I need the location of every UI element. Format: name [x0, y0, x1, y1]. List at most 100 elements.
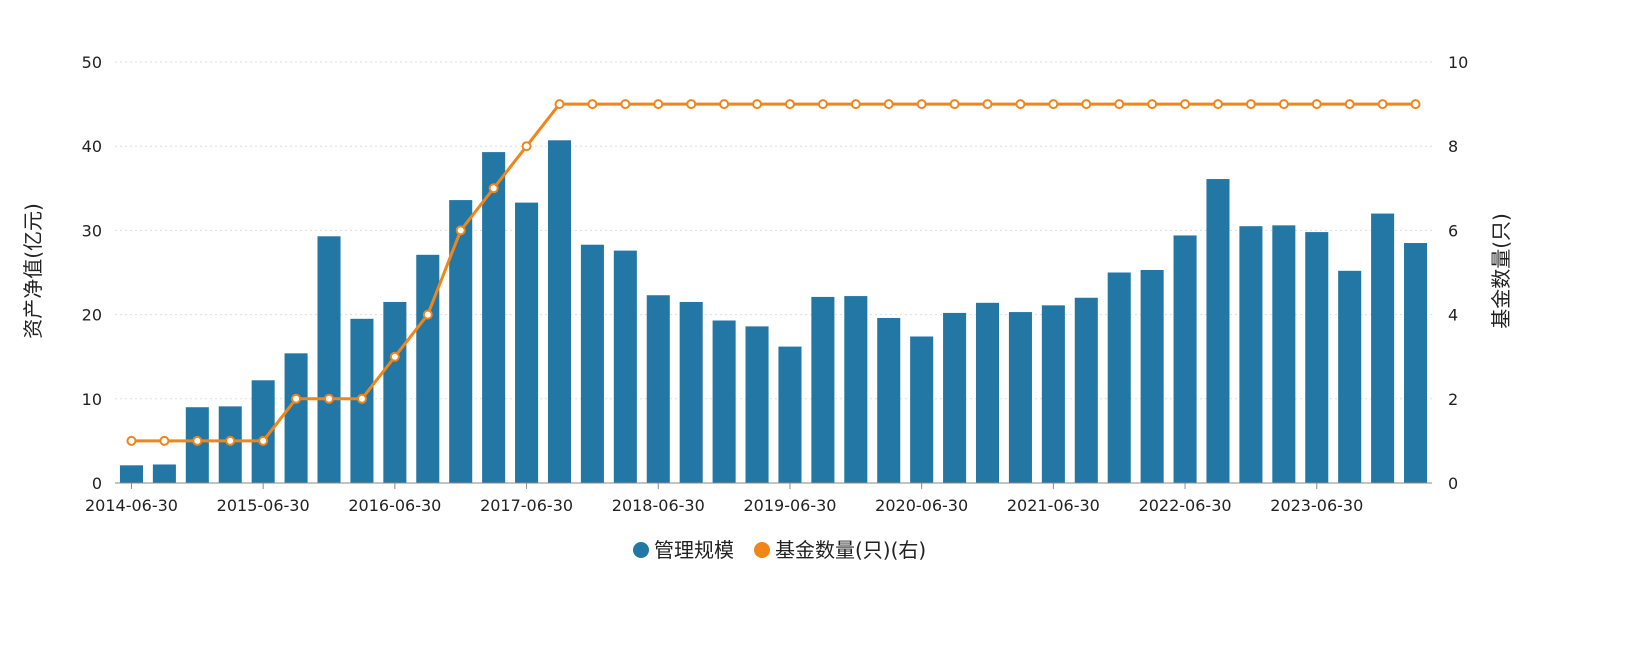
- line-point[interactable]: [1147, 99, 1158, 110]
- line-point[interactable]: [686, 99, 697, 110]
- bar[interactable]: [317, 236, 341, 483]
- line-point[interactable]: [1377, 99, 1388, 110]
- line-point[interactable]: [916, 99, 927, 110]
- line-point[interactable]: [389, 351, 400, 362]
- line-point[interactable]: [1278, 99, 1289, 110]
- line-point[interactable]: [653, 99, 664, 110]
- bar[interactable]: [580, 244, 604, 483]
- line-point[interactable]: [1048, 99, 1059, 110]
- line-point[interactable]: [1114, 99, 1125, 110]
- x-tick-label: 2021-06-30: [1007, 496, 1100, 515]
- legend-item-bar[interactable]: 管理规模: [633, 538, 734, 562]
- legend-item-line[interactable]: 基金数量(只)(右): [754, 538, 926, 562]
- line-point[interactable]: [126, 435, 137, 446]
- line-point[interactable]: [620, 99, 631, 110]
- line-point[interactable]: [1212, 99, 1223, 110]
- bar[interactable]: [1074, 297, 1098, 483]
- y-right-tick-label: 4: [1448, 306, 1458, 325]
- bar[interactable]: [811, 296, 835, 483]
- line-point[interactable]: [982, 99, 993, 110]
- x-tick-label: 2023-06-30: [1270, 496, 1363, 515]
- line-point[interactable]: [521, 141, 532, 152]
- line-point[interactable]: [192, 435, 203, 446]
- bar[interactable]: [1338, 270, 1362, 483]
- line-point[interactable]: [850, 99, 861, 110]
- bar[interactable]: [844, 296, 868, 483]
- line-point[interactable]: [1245, 99, 1256, 110]
- y-left-tick-label: 50: [82, 53, 102, 72]
- bar[interactable]: [1041, 305, 1065, 483]
- bar[interactable]: [119, 465, 143, 483]
- bar[interactable]: [547, 140, 572, 483]
- bar[interactable]: [383, 301, 407, 483]
- line-point[interactable]: [1180, 99, 1191, 110]
- bar[interactable]: [1371, 213, 1395, 483]
- line-point[interactable]: [488, 183, 499, 194]
- line-point[interactable]: [784, 99, 795, 110]
- y-right-tick-label: 8: [1448, 137, 1458, 156]
- chart-container: 0 10 20 30 40 50 0 2 4 6 8 10 2014-06-30 2015-06-30 20…: [0, 0, 1632, 654]
- x-tick-label: 2016-06-30: [348, 496, 441, 515]
- bar[interactable]: [515, 202, 539, 483]
- grid-lines: [115, 61, 1432, 400]
- line-point[interactable]: [159, 435, 170, 446]
- bar[interactable]: [613, 250, 637, 483]
- line-point[interactable]: [883, 99, 894, 110]
- line-point[interactable]: [1344, 99, 1355, 110]
- bar[interactable]: [1239, 226, 1263, 483]
- bar[interactable]: [712, 320, 736, 483]
- line-point[interactable]: [258, 435, 269, 446]
- line-point[interactable]: [291, 393, 302, 404]
- bar[interactable]: [482, 152, 506, 483]
- bar[interactable]: [679, 301, 703, 483]
- line-point[interactable]: [1311, 99, 1322, 110]
- line-point[interactable]: [817, 99, 828, 110]
- bar[interactable]: [943, 312, 967, 483]
- bar[interactable]: [745, 326, 769, 483]
- y-left-tick-label: 10: [82, 390, 102, 409]
- bar[interactable]: [1206, 179, 1230, 483]
- bar[interactable]: [910, 336, 934, 483]
- line-point[interactable]: [225, 435, 236, 446]
- bar[interactable]: [449, 200, 473, 483]
- line-point[interactable]: [422, 309, 433, 320]
- bar[interactable]: [1008, 312, 1032, 483]
- line-point[interactable]: [356, 393, 367, 404]
- bar[interactable]: [1140, 269, 1164, 483]
- line-point[interactable]: [455, 225, 466, 236]
- x-tick-label: 2018-06-30: [612, 496, 705, 515]
- bar[interactable]: [1305, 232, 1329, 483]
- line-point[interactable]: [1015, 99, 1026, 110]
- bar[interactable]: [152, 464, 176, 483]
- line-point[interactable]: [1081, 99, 1092, 110]
- combo-chart: 0 10 20 30 40 50 0 2 4 6 8 10 2014-06-30 2015-06-30 20…: [21, 53, 1513, 562]
- x-tick-label: 2015-06-30: [217, 496, 310, 515]
- line-point[interactable]: [587, 99, 598, 110]
- bar[interactable]: [1107, 272, 1131, 484]
- line-point[interactable]: [1410, 99, 1421, 110]
- bar[interactable]: [1404, 243, 1428, 483]
- legend-marker-line: [754, 542, 770, 558]
- bar-series: [119, 140, 1428, 484]
- x-tick-label: 2022-06-30: [1139, 496, 1232, 515]
- bar[interactable]: [877, 317, 901, 483]
- line-point[interactable]: [324, 393, 335, 404]
- y-left-tick-label: 20: [82, 306, 102, 325]
- bar[interactable]: [975, 302, 1000, 483]
- line-point[interactable]: [554, 99, 565, 110]
- legend-label-line: 基金数量(只)(右): [775, 538, 926, 562]
- line-point[interactable]: [719, 99, 730, 110]
- bar[interactable]: [416, 254, 440, 483]
- y-left-tick-label: 40: [82, 137, 102, 156]
- bar[interactable]: [1272, 225, 1296, 483]
- bar[interactable]: [778, 346, 802, 483]
- line-point[interactable]: [949, 99, 960, 110]
- line-point[interactable]: [752, 99, 763, 110]
- x-tick-label: 2019-06-30: [743, 496, 836, 515]
- y-right-tick-label: 0: [1448, 474, 1458, 493]
- bar[interactable]: [646, 295, 670, 483]
- x-tick-label: 2017-06-30: [480, 496, 573, 515]
- y-right-tick-label: 10: [1448, 53, 1468, 72]
- bar[interactable]: [284, 353, 308, 483]
- bar[interactable]: [1173, 235, 1197, 483]
